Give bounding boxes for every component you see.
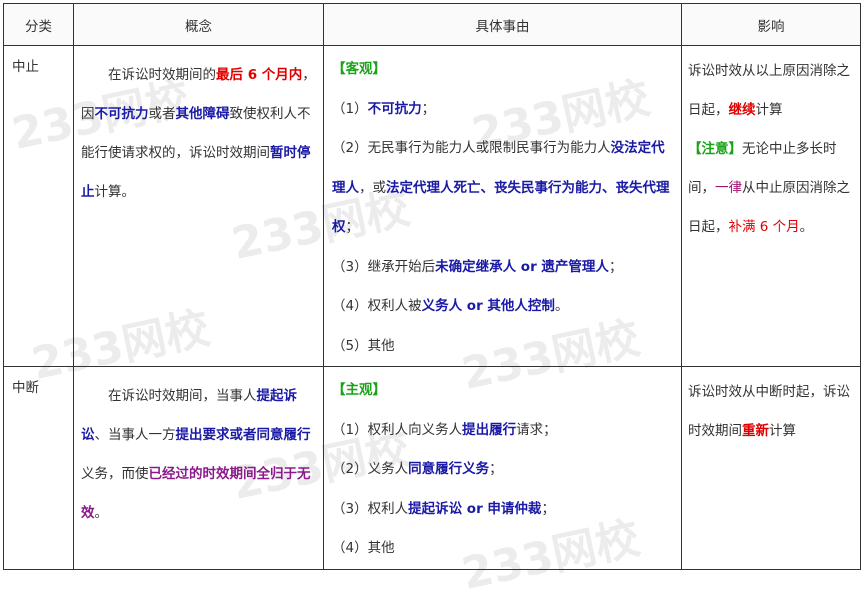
text-segment: 请求；: [516, 421, 557, 438]
text-segment: 补满 6 个月: [728, 219, 800, 235]
text-segment: （5）其他: [332, 337, 395, 354]
text-segment: 。: [799, 219, 814, 235]
text-segment: 【注意】: [688, 141, 742, 157]
reason-tag: 【主观】: [332, 382, 386, 398]
category-interruption: 中断: [12, 380, 39, 396]
reason-item: （1）权利人向义务人提出履行请求；: [332, 411, 675, 451]
impact-main: 诉讼时效从以上原因消除之日起，继续计算: [688, 52, 854, 130]
text-segment: （1）权利人向义务人: [332, 421, 463, 438]
table-header-row: 分类 概念 具体事由 影响: [3, 3, 861, 46]
text-segment: 义务人 or 其他人控制: [421, 298, 555, 314]
table-row: 中断 在诉讼时效期间，当事人提起诉讼、当事人一方提出要求或者同意履行义务，而使已…: [3, 366, 861, 570]
category-cell: 中断: [3, 366, 74, 570]
text-segment: ；: [421, 100, 436, 117]
reasons-cell: 【客观】 （1）不可抗力； （2）无民事行为能力人或限制民事行为能力人没法定代理…: [323, 45, 682, 367]
concept-cell: 在诉讼时效期间的最后 6 个月内，因不可抗力或者其他障碍致使权利人不能行使请求权…: [73, 45, 324, 367]
concept-cell: 在诉讼时效期间，当事人提起诉讼、当事人一方提出要求或者同意履行义务，而使已经过的…: [73, 366, 324, 570]
text-segment: 未确定继承人 or 遗产管理人: [435, 258, 609, 275]
text-segment: （2）无民事行为能力人或限制民事行为能力人: [332, 140, 611, 156]
text-segment: （3）权利人: [332, 500, 409, 517]
reason-item: （4）其他: [332, 529, 675, 569]
text-segment: 同意履行义务: [408, 461, 490, 477]
header-concept: 概念: [73, 3, 324, 46]
header-impact: 影响: [681, 3, 861, 46]
text-segment: 计算: [769, 423, 796, 439]
text-segment: 最后 6 个月内: [216, 67, 303, 83]
text-segment: 其他障碍: [175, 106, 230, 122]
statute-table: 分类 概念 具体事由 影响 中止 在诉讼时效期间的最后 6 个月内，因不可抗力或…: [3, 3, 861, 570]
text-segment: ；: [345, 219, 360, 235]
text-segment: 重新: [742, 423, 769, 439]
text-segment: （1）: [332, 100, 368, 117]
text-segment: 在诉讼时效期间的: [108, 67, 216, 83]
concept-text: 在诉讼时效期间的最后 6 个月内，因不可抗力或者其他障碍致使权利人不能行使请求权…: [74, 46, 323, 212]
text-segment: （3）继承开始后: [332, 258, 436, 275]
table-row: 中止 在诉讼时效期间的最后 6 个月内，因不可抗力或者其他障碍致使权利人不能行使…: [3, 45, 861, 367]
category-cell: 中止: [3, 45, 74, 367]
category-suspension: 中止: [12, 59, 39, 75]
text-segment: （2）义务人: [332, 461, 409, 477]
reasons-cell: 【主观】 （1）权利人向义务人提出履行请求； （2）义务人同意履行义务； （3）…: [323, 366, 682, 570]
impact-note: 【注意】无论中止多长时间，一律从中止原因消除之日起，补满 6 个月。: [688, 130, 854, 247]
impact-text: 诉讼时效从中断时起，诉讼时效期间重新计算: [682, 367, 860, 451]
text-segment: 继续: [728, 102, 756, 118]
text-segment: （4）其他: [332, 540, 395, 556]
text-segment: （4）权利人被: [332, 298, 422, 314]
text-segment: ；: [489, 461, 503, 477]
text-segment: 提出要求或者同意履行: [175, 427, 311, 443]
text-segment: 计算。: [94, 184, 136, 200]
text-segment: ；: [608, 258, 623, 275]
reason-item: （3）权利人提起诉讼 or 申请仲裁；: [332, 490, 675, 530]
concept-text: 在诉讼时效期间，当事人提起诉讼、当事人一方提出要求或者同意履行义务，而使已经过的…: [74, 367, 323, 533]
text-segment: ；: [541, 500, 555, 517]
reason-item: （4）权利人被义务人 or 其他人控制。: [332, 287, 675, 327]
reason-tag: 【客观】: [332, 61, 386, 77]
text-segment: 不可抗力: [94, 106, 149, 122]
text-segment: 提出履行: [462, 421, 517, 438]
text-segment: 在诉讼时效期间，当事人: [108, 388, 257, 404]
text-segment: ，或: [359, 179, 386, 196]
text-segment: 。: [94, 505, 109, 521]
text-segment: 提起诉讼 or 申请仲裁: [408, 500, 542, 517]
text-segment: 一律: [715, 180, 742, 196]
text-segment: 义务，而使: [81, 466, 149, 482]
text-segment: 不可抗力: [367, 100, 422, 117]
text-segment: 或者: [148, 106, 176, 122]
text-segment: 、当事人一方: [94, 427, 176, 443]
impact-cell: 诉讼时效从以上原因消除之日起，继续计算 【注意】无论中止多长时间，一律从中止原因…: [681, 45, 861, 367]
reasons-list: 【主观】 （1）权利人向义务人提出履行请求； （2）义务人同意履行义务； （3）…: [324, 367, 681, 569]
reason-item: （2）无民事行为能力人或限制民事行为能力人没法定代理人，或法定代理人死亡、丧失民…: [332, 129, 675, 248]
impact-main: 诉讼时效从中断时起，诉讼时效期间重新计算: [688, 373, 854, 451]
reasons-list: 【客观】 （1）不可抗力； （2）无民事行为能力人或限制民事行为能力人没法定代理…: [324, 46, 681, 366]
reason-item: （5）其他: [332, 327, 675, 367]
impact-cell: 诉讼时效从中断时起，诉讼时效期间重新计算: [681, 366, 861, 570]
text-segment: 。: [554, 298, 569, 314]
text-segment: 计算: [755, 102, 783, 118]
reason-item: （2）义务人同意履行义务；: [332, 450, 675, 490]
header-category: 分类: [3, 3, 74, 46]
reason-item: （1）不可抗力；: [332, 90, 675, 130]
header-reasons: 具体事由: [323, 3, 682, 46]
reason-item: （3）继承开始后未确定继承人 or 遗产管理人；: [332, 248, 675, 288]
impact-text: 诉讼时效从以上原因消除之日起，继续计算 【注意】无论中止多长时间，一律从中止原因…: [682, 46, 860, 247]
